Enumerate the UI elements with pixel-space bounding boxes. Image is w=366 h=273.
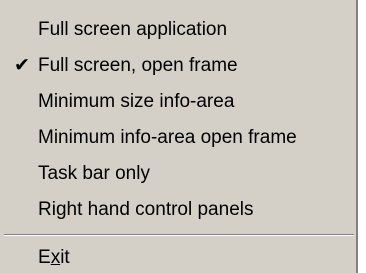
menu-separator	[4, 234, 354, 236]
menu-item-label: Full screen, open frame	[38, 55, 238, 76]
menu-item-task-bar-only[interactable]: Task bar only	[0, 158, 356, 189]
menu-item-minimum-size-info-area[interactable]: Minimum size info-area	[0, 86, 356, 117]
menu-item-full-screen-application[interactable]: Full screen application	[0, 14, 356, 45]
exit-label-suffix: it	[60, 247, 70, 268]
menu-item-minimum-info-area-open-frame[interactable]: Minimum info-area open frame	[0, 122, 356, 153]
exit-label-mnemonic: x	[50, 247, 61, 268]
menu-item-label: Task bar only	[38, 163, 150, 184]
checkmark-icon: ✔	[14, 54, 30, 76]
menu-shadow	[358, 6, 366, 273]
menu-item-label: Minimum size info-area	[38, 91, 235, 112]
menu-item-label: Minimum info-area open frame	[38, 127, 297, 148]
menu-item-exit[interactable]: Exit	[0, 242, 356, 273]
menu-item-label: Right hand control panels	[38, 199, 254, 220]
context-menu: Full screen application ✔ Full screen, o…	[0, 0, 358, 273]
menu-item-label: Full screen application	[38, 19, 228, 40]
menu-item-right-hand-control-panels[interactable]: Right hand control panels	[0, 194, 356, 225]
exit-label-prefix: E	[38, 247, 51, 268]
menu-item-label: Exit	[38, 242, 70, 273]
menu-item-full-screen-open-frame[interactable]: ✔ Full screen, open frame	[0, 50, 356, 81]
